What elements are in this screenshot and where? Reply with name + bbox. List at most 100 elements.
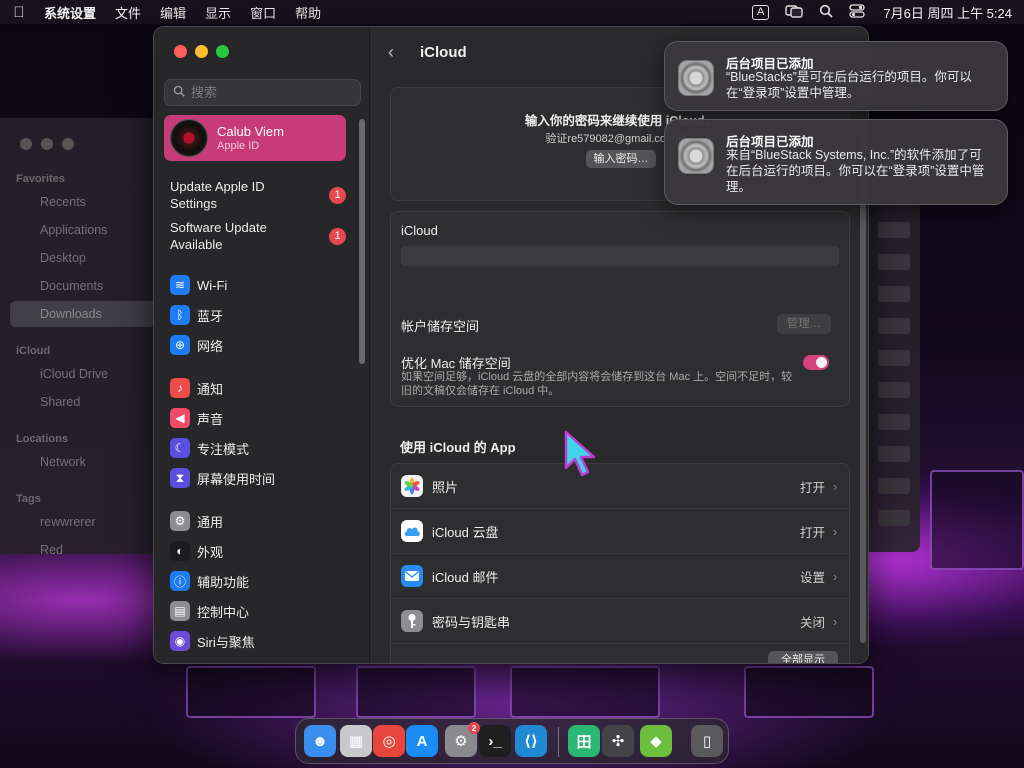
finder-icloud-header: iCloud: [16, 345, 51, 357]
app-status: 关闭: [799, 615, 825, 630]
sidebar-item-siri[interactable]: ◉ Siri与聚焦: [170, 630, 255, 652]
menu-window[interactable]: 窗口: [250, 3, 276, 22]
menu-app-name[interactable]: 系统设置: [44, 3, 96, 22]
sidebar-item-label: 外观: [197, 544, 224, 560]
notification-banner[interactable]: 后台项目已添加 来自“BlueStack Systems, Inc.”的软件添加…: [664, 119, 1008, 205]
siri-icon: ◉: [170, 631, 190, 651]
search-input[interactable]: [191, 85, 351, 100]
sidebar-item-globe[interactable]: ⊕ 网络: [170, 334, 223, 356]
control-center-icon[interactable]: [849, 3, 866, 21]
finder-tag-rewwrerer[interactable]: rewwrerer: [40, 515, 96, 529]
finder-icon[interactable]: ☻: [304, 725, 336, 757]
dock-icon-glyph: ⟨⟩: [524, 733, 538, 750]
menu-help[interactable]: 帮助: [295, 3, 321, 22]
notification-badge: 1: [329, 227, 346, 245]
input-method-icon[interactable]: A: [752, 4, 770, 20]
sidebar-item-control-center[interactable]: ▤ 控制中心: [170, 600, 249, 622]
background-window-edge: [868, 200, 920, 552]
finder-traffic-lights: [20, 138, 74, 150]
app-row-icloud-drive[interactable]: iCloud 云盘 打开 ›: [391, 509, 849, 554]
notification-badge: 1: [329, 186, 346, 204]
sidebar-item-label: 蓝牙: [197, 308, 224, 324]
menu-bar:  系统设置 文件 编辑 显示 窗口 帮助 A 7月6日 周四 上午 5:24: [0, 0, 1024, 24]
finder-item-network[interactable]: Network: [40, 455, 86, 469]
mouse-cursor-icon: [564, 430, 596, 477]
settings-gear-icon: [678, 138, 714, 174]
sidebar-item-label: Wi-Fi: [197, 277, 228, 293]
finder-locations-header: Locations: [16, 433, 68, 445]
finder-item-shared[interactable]: Shared: [40, 395, 80, 409]
app-status: 设置: [799, 570, 825, 585]
finder-item-icloud-drive[interactable]: iCloud Drive: [40, 367, 108, 381]
notification-banner[interactable]: 后台项目已添加 “BlueStacks”是可在后台运行的项目。你可以在“登录项”…: [664, 41, 1008, 111]
apple-id-profile[interactable]: Calub Viem Apple ID: [164, 115, 346, 161]
trash-icon[interactable]: ▯: [691, 725, 723, 757]
dock: ☻ ▦ ◎ A ⚙ 2 ›_ ⟨⟩ 田 ✣ ◆ ▯: [295, 718, 729, 764]
app-row-icloud-mail[interactable]: iCloud 邮件 设置 ›: [391, 554, 849, 599]
dock-icon-glyph: ◆: [650, 733, 662, 750]
app-row-photos[interactable]: 照片 打开 ›: [391, 464, 849, 509]
app-row-passwords-keychain[interactable]: 密码与钥匙串 关闭 ›: [391, 599, 849, 644]
finder-window-background: Favorites Recents Applications Desktop D…: [0, 118, 160, 557]
bluestacks-icon[interactable]: ◆: [640, 725, 672, 757]
page-title: iCloud: [420, 43, 467, 61]
sidebar-item-bluetooth[interactable]: ᛒ 蓝牙: [170, 304, 223, 326]
dock-icon-glyph: 田: [576, 733, 592, 751]
spotlight-search-icon[interactable]: [819, 4, 834, 21]
icloud-storage-card: iCloud 帐户储存空间 管理… 优化 Mac 储存空间 如果空间足够，iCl…: [390, 211, 850, 407]
finder-item-documents[interactable]: Documents: [40, 279, 103, 293]
sidebar-item-appearance[interactable]: ◐ 外观: [170, 540, 223, 562]
launchpad-icon[interactable]: ▦: [340, 725, 372, 757]
sidebar-search[interactable]: [164, 79, 361, 106]
sidebar-item-hourglass[interactable]: ⧗ 屏幕使用时间: [170, 467, 275, 489]
app-store-icon[interactable]: A: [406, 725, 438, 757]
apple-logo-icon[interactable]: : [12, 4, 26, 21]
account-storage-row: 帐户储存空间 管理…: [401, 314, 841, 335]
key-icon: [401, 610, 423, 632]
photos-icon: [401, 475, 423, 497]
dock-icon-glyph: ⚙: [454, 733, 468, 750]
sidebar-item-wifi[interactable]: ≋ Wi-Fi: [170, 274, 227, 296]
mirroring-icon[interactable]: [785, 4, 804, 21]
finder-item-desktop[interactable]: Desktop: [40, 251, 86, 265]
sidebar-item-moon[interactable]: ☾ 专注模式: [170, 437, 249, 459]
app-name: 密码与钥匙串: [432, 614, 511, 630]
vscode-icon[interactable]: ⟨⟩: [515, 725, 547, 757]
finder-tag-red[interactable]: Red: [40, 543, 63, 557]
manage-storage-button[interactable]: 管理…: [777, 314, 831, 334]
icloud-drive-icon: [401, 520, 423, 542]
window-zoom-button[interactable]: [216, 45, 229, 58]
menu-clock[interactable]: 7月6日 周四 上午 5:24: [883, 3, 1012, 22]
chrome-icon[interactable]: ◎: [373, 725, 405, 757]
show-all-button[interactable]: 全部显示: [768, 651, 838, 663]
back-button[interactable]: ‹: [388, 42, 406, 63]
terminal-icon[interactable]: ›_: [479, 725, 511, 757]
window-close-button[interactable]: [174, 45, 187, 58]
finder-item-recents[interactable]: Recents: [40, 195, 86, 209]
menu-view[interactable]: 显示: [205, 3, 231, 22]
sidebar-item-bell[interactable]: ♪ 通知: [170, 377, 223, 399]
sidebar-item-speaker[interactable]: ◀ 声音: [170, 407, 223, 429]
software-update-item[interactable]: Software Update Available 1: [170, 219, 346, 253]
optimize-storage-label: 优化 Mac 储存空间: [401, 356, 511, 371]
chevron-right-icon: ›: [832, 613, 838, 629]
network-radar-icon[interactable]: ✣: [602, 725, 634, 757]
app-status: 打开: [799, 480, 825, 495]
sidebar-item-accessibility[interactable]: ⓘ 辅助功能: [170, 570, 249, 592]
sidebar-scrollbar[interactable]: [359, 119, 365, 364]
window-minimize-button[interactable]: [195, 45, 208, 58]
finder-item-downloads[interactable]: Downloads: [40, 307, 102, 321]
system-settings-icon[interactable]: ⚙ 2: [445, 722, 480, 757]
menu-edit[interactable]: 编辑: [160, 3, 186, 22]
bell-icon: ♪: [170, 378, 190, 398]
profile-name: Calub Viem: [217, 124, 284, 139]
menu-file[interactable]: 文件: [115, 3, 141, 22]
sidebar-item-gear[interactable]: ⚙ 通用: [170, 510, 223, 532]
sidebar-item-label: 辅助功能: [197, 574, 250, 590]
finder-item-applications[interactable]: Applications: [40, 223, 107, 237]
optimize-storage-toggle[interactable]: [803, 355, 829, 370]
wechat-work-icon[interactable]: 田: [568, 725, 600, 757]
enter-password-button[interactable]: 输入密码…: [586, 150, 656, 168]
wallpaper-frame: [186, 666, 316, 718]
update-apple-id-settings-item[interactable]: Update Apple ID Settings 1: [170, 178, 346, 212]
